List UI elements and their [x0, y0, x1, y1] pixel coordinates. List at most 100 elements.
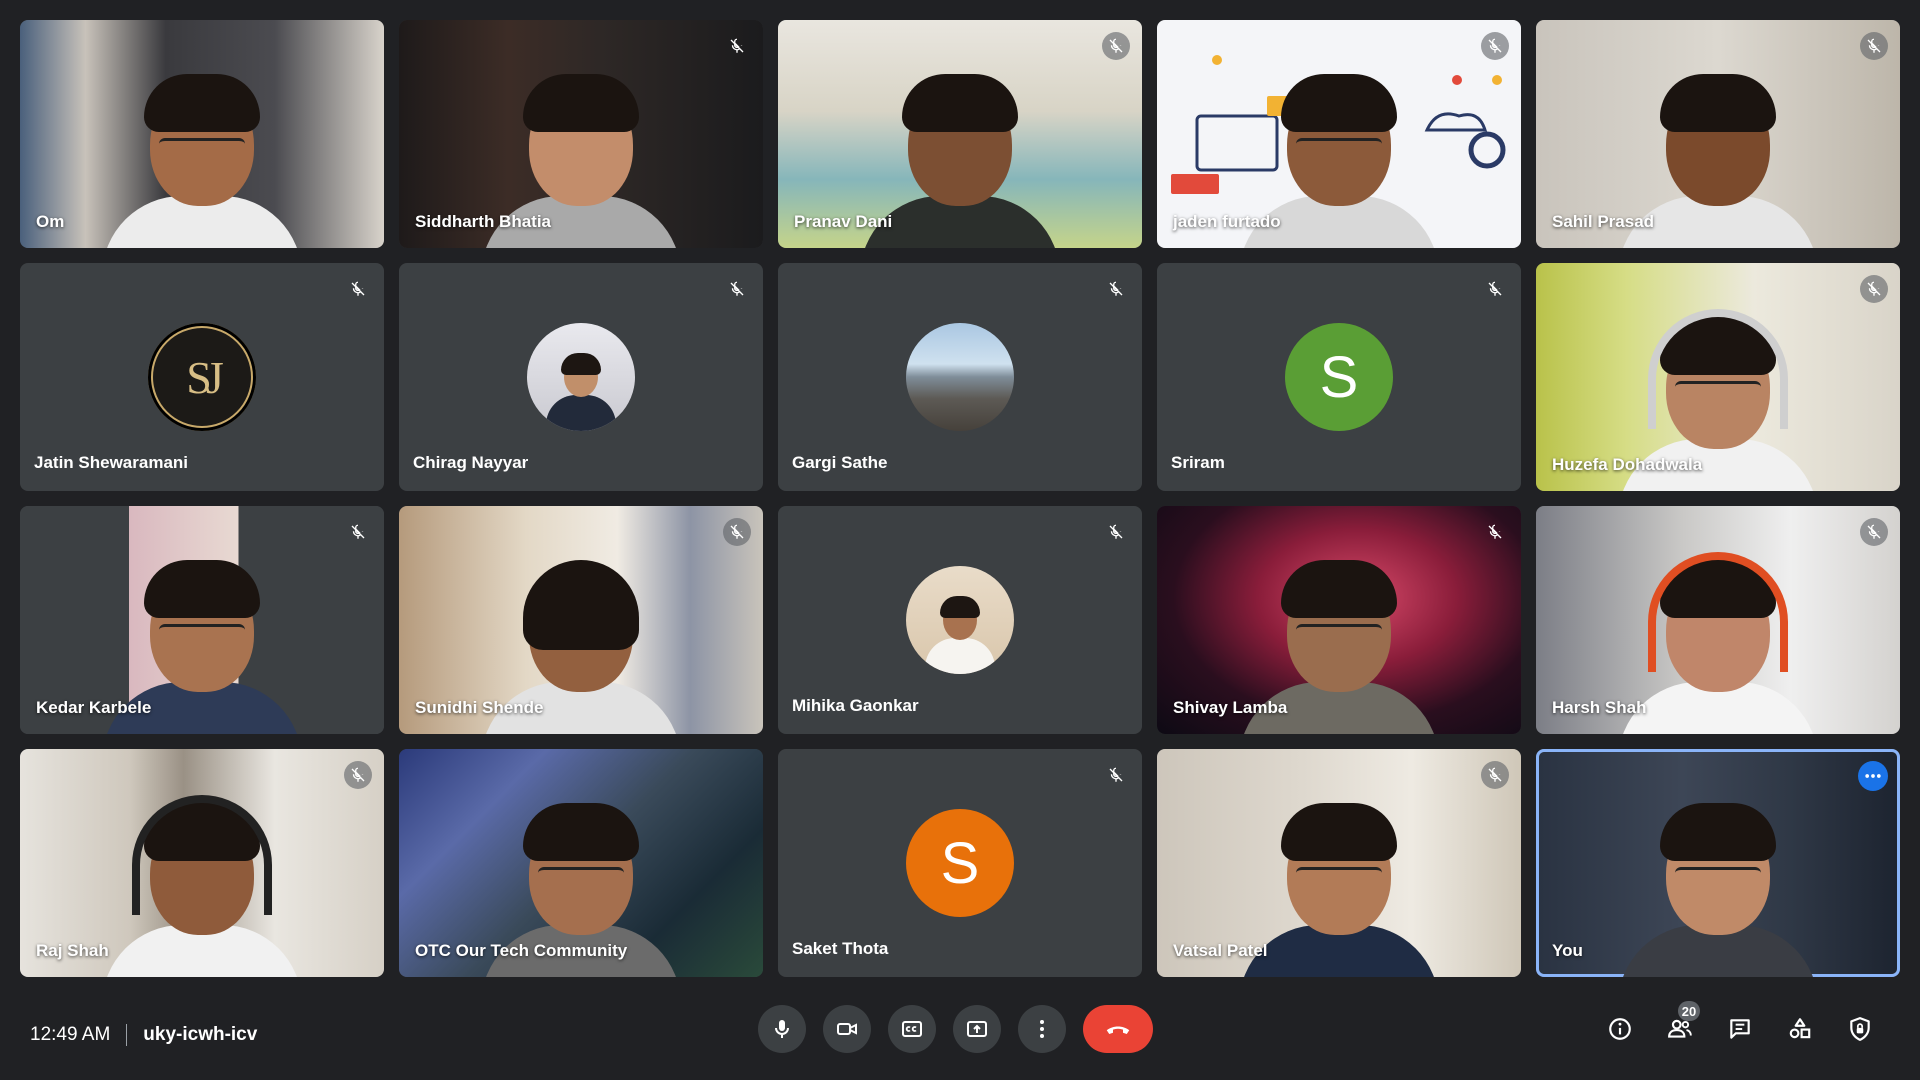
participant-tile[interactable]: OTC Our Tech Community: [399, 749, 763, 977]
shield-lock-icon: [1850, 1017, 1870, 1041]
mic-off-icon: [1481, 518, 1509, 546]
avatar-letter: S: [940, 830, 980, 896]
more-vert-icon: [1040, 1020, 1044, 1038]
participant-name: Om: [36, 212, 65, 231]
meeting-code: uky-icwh-icv: [143, 1024, 258, 1045]
mic-off-icon: [1860, 518, 1888, 546]
call-end-icon: [1106, 1026, 1130, 1034]
participant-tile[interactable]: Siddharth Bhatia: [399, 20, 763, 248]
self-view-tile[interactable]: You: [1536, 749, 1900, 977]
participant-name: Harsh Shah: [1552, 698, 1647, 717]
participant-name: Shivay Lamba: [1173, 698, 1288, 717]
participant-count-badge: 20: [1678, 1001, 1700, 1021]
present-button[interactable]: [953, 1005, 1001, 1053]
participant-name: Sriram: [1171, 453, 1225, 472]
participant-name: Vatsal Patel: [1173, 941, 1268, 960]
activities-icon: [1789, 1018, 1811, 1039]
mic-off-icon: [1102, 761, 1130, 789]
avatar: SJ: [148, 323, 256, 431]
participant-tile[interactable]: SJ Jatin Shewaramani: [20, 263, 384, 491]
participant-name: You: [1552, 941, 1583, 960]
more-options-button[interactable]: [1858, 761, 1888, 791]
meeting-details-button[interactable]: [1596, 1005, 1644, 1053]
avatar: S: [1285, 323, 1393, 431]
mic-off-icon: [1102, 275, 1130, 303]
participant-name: Saket Thota: [792, 939, 889, 958]
participant-grid: Om Siddharth Bhatia Pranav Dani jaden fu…: [20, 20, 1900, 980]
participant-figure: [1618, 54, 1818, 248]
host-controls-button[interactable]: [1836, 1005, 1884, 1053]
participant-tile[interactable]: Om: [20, 20, 384, 248]
participant-tile[interactable]: Chirag Nayyar: [399, 263, 763, 491]
participant-tile[interactable]: Kedar Karbele: [20, 506, 384, 734]
participant-name: OTC Our Tech Community: [415, 941, 628, 960]
more-options-button[interactable]: [1018, 1005, 1066, 1053]
participant-name: Jatin Shewaramani: [34, 453, 189, 472]
mic-off-icon: [1481, 761, 1509, 789]
meeting-toolbar: 12:49 AM uky-icwh-icv 20: [0, 990, 1920, 1080]
participant-name: Sunidhi Shende: [415, 698, 544, 717]
participant-tile[interactable]: Pranav Dani: [778, 20, 1142, 248]
participant-name: Kedar Karbele: [36, 698, 152, 717]
participant-name: Raj Shah: [36, 941, 109, 960]
participant-figure: [860, 54, 1060, 248]
participant-tile[interactable]: Gargi Sathe: [778, 263, 1142, 491]
chat-button[interactable]: [1716, 1005, 1764, 1053]
participant-figure: [1618, 540, 1818, 734]
avatar: [906, 323, 1014, 431]
videocam-icon: [837, 1023, 857, 1035]
camera-button[interactable]: [823, 1005, 871, 1053]
mic-off-icon: [1481, 32, 1509, 60]
participant-tile[interactable]: Harsh Shah: [1536, 506, 1900, 734]
participant-name: Gargi Sathe: [792, 453, 888, 472]
participant-tile[interactable]: Mihika Gaonkar: [778, 506, 1142, 734]
closed-caption-icon: [902, 1021, 922, 1037]
participant-tile[interactable]: Shivay Lamba: [1157, 506, 1521, 734]
activities-button[interactable]: [1776, 1005, 1824, 1053]
microphone-button[interactable]: [758, 1005, 806, 1053]
avatar-photo: [925, 588, 995, 674]
participant-tile[interactable]: S Sriram: [1157, 263, 1521, 491]
participant-figure: [102, 783, 302, 977]
participant-tile[interactable]: Sahil Prasad: [1536, 20, 1900, 248]
mic-off-icon: [344, 761, 372, 789]
participant-name: Sahil Prasad: [1552, 212, 1655, 231]
side-panel-tools: 20: [1596, 1001, 1884, 1053]
present-to-all-icon: [967, 1021, 987, 1037]
captions-button[interactable]: [888, 1005, 936, 1053]
more-horiz-icon: [1865, 774, 1881, 778]
divider: [126, 1024, 128, 1046]
people-button[interactable]: 20: [1656, 1001, 1704, 1053]
chat-icon: [1730, 1019, 1750, 1039]
avatar-photo: [546, 345, 616, 431]
mic-off-icon: [723, 275, 751, 303]
mic-off-icon: [723, 518, 751, 546]
mic-off-icon: [1860, 275, 1888, 303]
mic-off-icon: [1102, 518, 1130, 546]
mic-icon: [775, 1020, 789, 1038]
mic-off-icon: [1102, 32, 1130, 60]
participant-name: Huzefa Dohadwala: [1552, 455, 1703, 474]
info-icon: [1609, 1018, 1631, 1040]
mic-off-icon: [344, 275, 372, 303]
avatar-logo-text: SJ: [186, 351, 224, 403]
participant-name: jaden furtado: [1173, 212, 1281, 231]
participant-figure: [102, 54, 302, 248]
mic-off-icon: [344, 518, 372, 546]
avatar-letter: S: [1319, 344, 1359, 410]
participant-tile[interactable]: Huzefa Dohadwala: [1536, 263, 1900, 491]
call-controls: [758, 1005, 1153, 1053]
avatar: [906, 566, 1014, 674]
participant-name: Chirag Nayyar: [413, 453, 529, 472]
participant-tile[interactable]: Sunidhi Shende: [399, 506, 763, 734]
participant-tile[interactable]: Raj Shah: [20, 749, 384, 977]
participant-tile[interactable]: jaden furtado: [1157, 20, 1521, 248]
leave-call-button[interactable]: [1083, 1005, 1153, 1053]
participant-figure: [1618, 783, 1818, 977]
mic-off-icon: [723, 32, 751, 60]
participant-name: Pranav Dani: [794, 212, 893, 231]
meeting-time: 12:49 AM: [30, 1024, 111, 1045]
participant-tile[interactable]: Vatsal Patel: [1157, 749, 1521, 977]
participant-tile[interactable]: S Saket Thota: [778, 749, 1142, 977]
participant-figure: [1239, 783, 1439, 977]
